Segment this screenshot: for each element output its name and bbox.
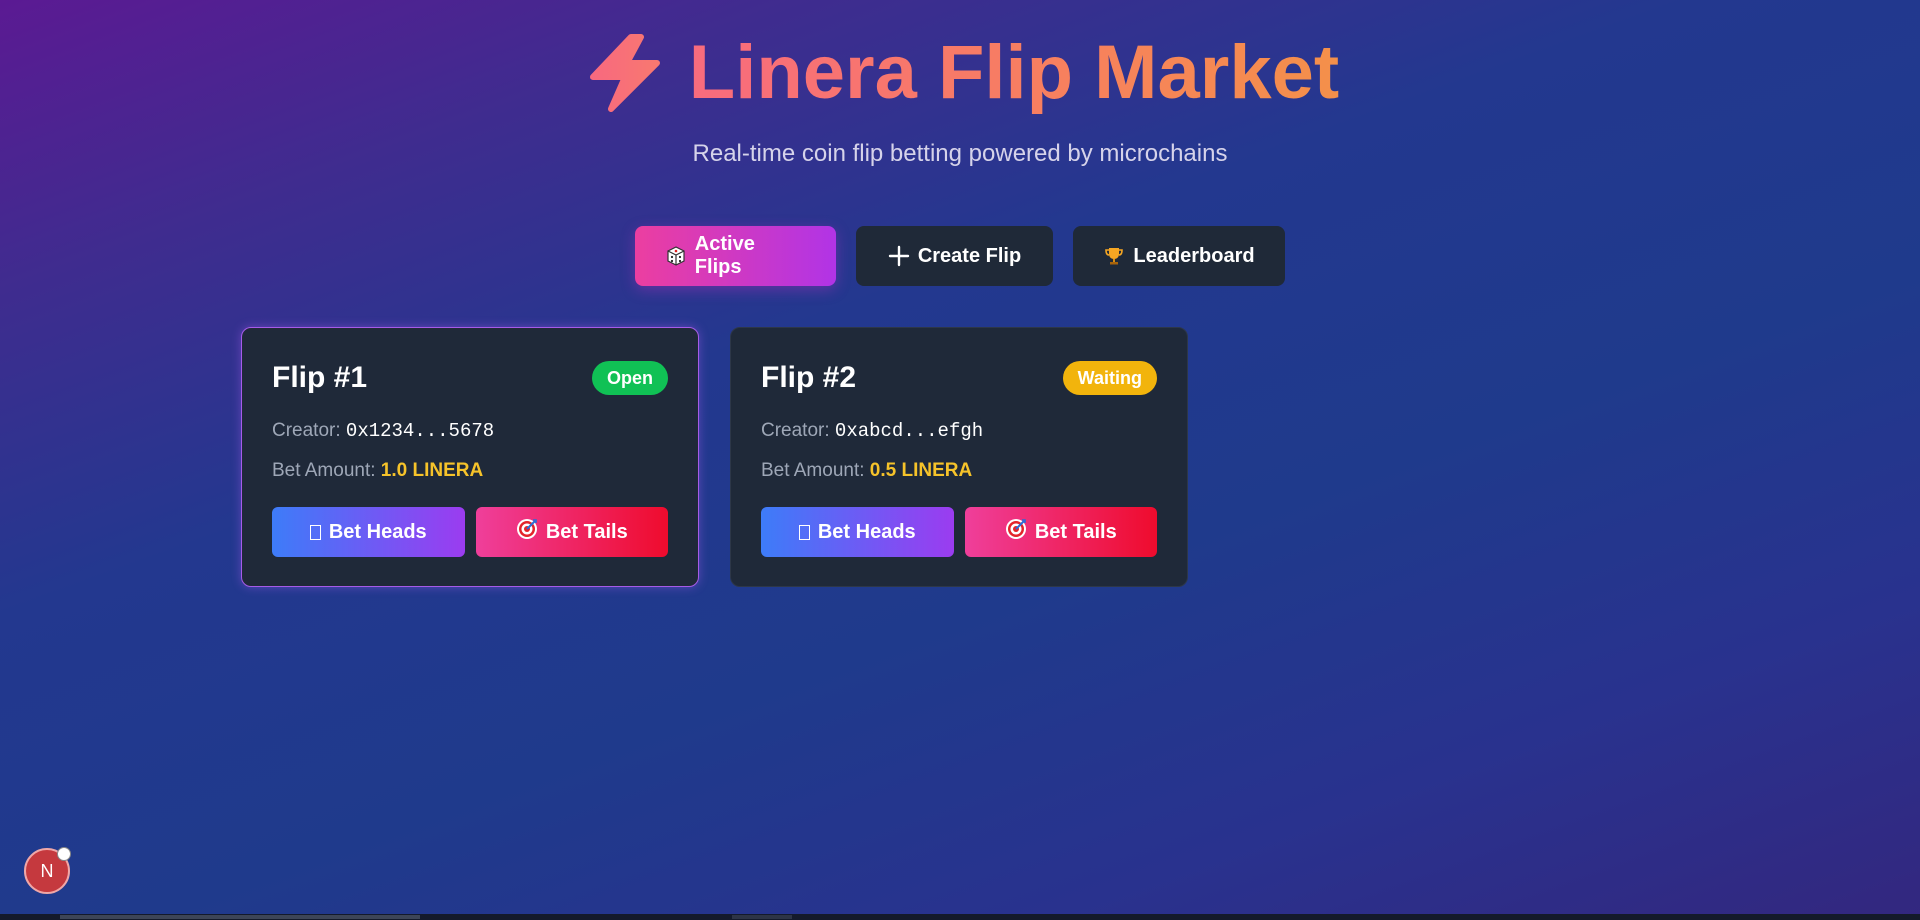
bet-tails-label: Bet Tails	[545, 520, 628, 543]
title-row: Linera Flip Market	[581, 28, 1339, 118]
page-header: Linera Flip Market Real-time coin flip b…	[0, 28, 1920, 168]
bet-amount-row: Bet Amount: 1.0 LINERA	[272, 460, 668, 482]
tab-label: Leaderboard	[1133, 244, 1255, 267]
coin-icon	[309, 524, 321, 540]
dice-icon	[665, 245, 687, 267]
tab-label: Active Flips	[694, 233, 755, 278]
bet-tails-label: Bet Tails	[1034, 520, 1117, 543]
creator-row: Creator: 0xabcd...efgh	[761, 420, 1157, 442]
creator-address: 0x1234...5678	[345, 420, 495, 442]
bet-tails-button[interactable]: Bet Tails	[964, 507, 1157, 557]
flip-title: Flip #2	[761, 361, 857, 394]
bet-amount-row: Bet Amount: 0.5 LINERA	[761, 460, 1157, 482]
creator-label: Creator:	[272, 420, 341, 441]
tab-create-flip[interactable]: Create Flip	[856, 226, 1053, 286]
target-icon	[516, 518, 538, 546]
notification-dot	[57, 847, 71, 861]
fab-label: N	[40, 860, 54, 881]
bet-heads-label: Bet Heads	[817, 520, 916, 543]
bet-heads-label: Bet Heads	[328, 520, 427, 543]
flip-card: Flip #1 Open Creator: 0x1234...5678 Bet …	[241, 327, 699, 587]
tab-leaderboard[interactable]: Leaderboard	[1073, 226, 1285, 286]
creator-address: 0xabcd...efgh	[834, 420, 984, 442]
page-subtitle: Real-time coin flip betting powered by m…	[692, 140, 1228, 167]
target-icon	[1005, 518, 1027, 546]
status-badge: Open	[591, 361, 668, 395]
status-badge: Waiting	[1062, 361, 1157, 395]
flip-card-list: Flip #1 Open Creator: 0x1234...5678 Bet …	[241, 327, 1188, 587]
bet-amount-value: 0.5 LINERA	[869, 460, 973, 481]
bet-heads-button[interactable]: Bet Heads	[272, 507, 465, 557]
creator-row: Creator: 0x1234...5678	[272, 420, 668, 442]
page-title: Linera Flip Market	[689, 28, 1339, 118]
tab-active-flips[interactable]: Active Flips	[635, 226, 836, 286]
tab-label: Create Flip	[917, 244, 1022, 267]
flip-title: Flip #1	[272, 361, 368, 394]
plus-icon	[888, 245, 910, 267]
bet-heads-button[interactable]: Bet Heads	[761, 507, 954, 557]
creator-label: Creator:	[761, 420, 830, 441]
horizontal-scrollbar[interactable]	[0, 914, 1920, 920]
scrollbar-segment	[732, 915, 792, 919]
bet-tails-button[interactable]: Bet Tails	[475, 507, 668, 557]
scrollbar-thumb[interactable]	[60, 915, 420, 919]
bet-amount-value: 1.0 LINERA	[380, 460, 484, 481]
trophy-icon	[1103, 245, 1125, 267]
flip-card: Flip #2 Waiting Creator: 0xabcd...efgh B…	[730, 327, 1188, 587]
lightning-bolt-icon	[581, 33, 671, 113]
coin-icon	[798, 524, 810, 540]
tab-bar: Active Flips Create Flip Leaderboard	[0, 226, 1920, 286]
dev-tools-button[interactable]: N	[24, 847, 71, 894]
bet-amount-label: Bet Amount:	[761, 460, 865, 481]
bet-amount-label: Bet Amount:	[272, 460, 376, 481]
